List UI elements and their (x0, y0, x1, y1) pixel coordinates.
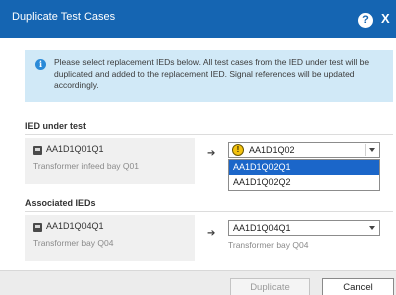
associated-replacement-combobox[interactable]: AA1D1Q04Q1 (228, 220, 380, 236)
warning-icon: ! (232, 144, 244, 156)
duplicate-button[interactable]: Duplicate (230, 278, 310, 295)
section-divider (25, 134, 393, 135)
associated-ied-desc: Transformer bay Q04 (33, 238, 114, 248)
ied-under-test-name: AA1D1Q01Q1 (46, 144, 104, 154)
replacement-ied-combobox[interactable]: ! AA1D1Q02 (228, 142, 380, 158)
associated-replacement-desc: Transformer bay Q04 (228, 240, 309, 250)
dialog-title: Duplicate Test Cases (12, 11, 116, 23)
associated-replacement-value[interactable]: AA1D1Q04Q1 (233, 223, 291, 233)
ied-device-icon (33, 146, 42, 155)
ied-device-icon (33, 223, 42, 232)
associated-ieds-label: Associated IEDs (25, 198, 96, 208)
dialog-footer: Duplicate Cancel (0, 270, 396, 295)
ied-under-test-desc: Transformer infeed bay Q01 (33, 161, 139, 171)
section-divider (25, 211, 393, 212)
chevron-down-icon[interactable] (369, 226, 375, 230)
info-message: Please select replacement IEDs below. Al… (54, 57, 370, 90)
ied-under-test-source: AA1D1Q01Q1 Transformer infeed bay Q01 (25, 138, 195, 184)
combobox-divider (365, 144, 366, 156)
dropdown-option[interactable]: AA1D1Q02Q1 (229, 160, 379, 175)
associated-ied-name: AA1D1Q04Q1 (46, 221, 104, 231)
arrow-right-icon: ➔ (207, 228, 216, 239)
replacement-ied-input[interactable]: AA1D1Q02 (249, 145, 295, 155)
chevron-down-icon[interactable] (369, 148, 375, 152)
close-icon[interactable]: X (381, 11, 390, 27)
dialog-title-bar: Duplicate Test Cases ? X (0, 0, 396, 38)
replacement-ied-dropdown-list: AA1D1Q02Q1 AA1D1Q02Q2 (228, 159, 380, 191)
info-banner: i Please select replacement IEDs below. … (25, 50, 393, 102)
arrow-right-icon: ➔ (207, 148, 216, 159)
dropdown-option[interactable]: AA1D1Q02Q2 (229, 175, 379, 190)
ied-under-test-label: IED under test (25, 121, 87, 131)
associated-ied-source: AA1D1Q04Q1 Transformer bay Q04 (25, 215, 195, 261)
help-icon[interactable]: ? (358, 13, 373, 28)
info-icon: i (35, 59, 46, 70)
cancel-button[interactable]: Cancel (322, 278, 394, 295)
